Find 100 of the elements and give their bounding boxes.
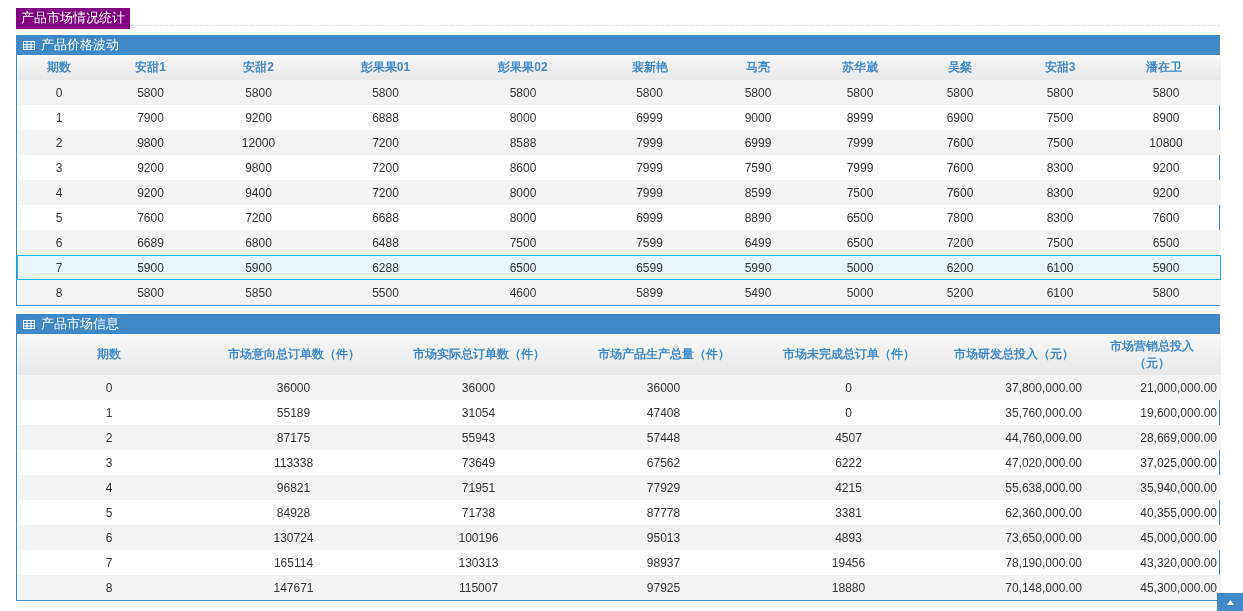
table-row[interactable]: 4 96821 71951 77929 4215 55,638,000.00 35,940,000.00 <box>17 475 1221 500</box>
table-row[interactable]: 4 9200 9400 7200 8000 7999 8599 7500 7600 8300 9200 <box>17 180 1221 205</box>
table-cell: 9800 <box>101 130 200 155</box>
table-row[interactable]: 7 165114 130313 98937 19456 78,190,000.00 43,320,000.00 <box>17 550 1221 575</box>
table-row[interactable]: 8 147671 115007 97925 18880 70,148,000.00 45,300,000.00 <box>17 575 1221 600</box>
table-cell: 7500 <box>1009 130 1111 155</box>
table-cell: 7600 <box>911 155 1009 180</box>
table-cell: 5500 <box>317 280 454 305</box>
table-row[interactable]: 1 55189 31054 47408 0 35,760,000.00 19,600,000.00 <box>17 400 1221 425</box>
column-header: 市场营销总投入（元） <box>1086 334 1221 375</box>
table-row[interactable]: 2 87175 55943 57448 4507 44,760,000.00 28,669,000.00 <box>17 425 1221 450</box>
column-header: 市场意向总订单数（件） <box>201 334 386 375</box>
table-cell: 0 <box>756 375 941 400</box>
table-cell: 7600 <box>1111 205 1221 230</box>
table-cell: 6100 <box>1009 255 1111 280</box>
column-header: 期数 <box>17 334 201 375</box>
column-header: 市场产品生产总量（件） <box>571 334 756 375</box>
table-cell: 6688 <box>317 205 454 230</box>
table-cell: 8000 <box>454 180 592 205</box>
table-cell: 4 <box>17 180 101 205</box>
table-cell: 18880 <box>756 575 941 600</box>
table-cell: 7200 <box>200 205 317 230</box>
table-cell: 87778 <box>571 500 756 525</box>
table-cell: 3381 <box>756 500 941 525</box>
table-cell: 7200 <box>317 180 454 205</box>
table-cell: 73,650,000.00 <box>941 525 1086 550</box>
table-cell: 130313 <box>386 550 571 575</box>
table-cell: 5800 <box>454 80 592 105</box>
table-cell: 6288 <box>317 255 454 280</box>
table-cell: 6689 <box>101 230 200 255</box>
table-cell: 55943 <box>386 425 571 450</box>
table-cell: 37,025,000.00 <box>1086 450 1221 475</box>
table-cell: 36000 <box>201 375 386 400</box>
table-cell: 71951 <box>386 475 571 500</box>
table-cell: 5850 <box>200 280 317 305</box>
table-cell: 6999 <box>707 130 809 155</box>
up-triangle-icon <box>1226 599 1234 605</box>
table-cell: 8890 <box>707 205 809 230</box>
table-cell: 7900 <box>101 105 200 130</box>
table-cell: 21,000,000.00 <box>1086 375 1221 400</box>
table-cell: 28,669,000.00 <box>1086 425 1221 450</box>
table-cell: 7600 <box>101 205 200 230</box>
column-header: 期数 <box>17 55 101 80</box>
table-icon <box>23 319 35 329</box>
table-cell: 6888 <box>317 105 454 130</box>
table-icon <box>23 40 35 50</box>
table-cell: 5800 <box>101 280 200 305</box>
table-cell: 35,760,000.00 <box>941 400 1086 425</box>
table-cell: 165114 <box>201 550 386 575</box>
column-header: 安甜3 <box>1009 55 1111 80</box>
table-cell: 7500 <box>1009 230 1111 255</box>
column-header: 安甜1 <box>101 55 200 80</box>
table-row[interactable]: 6 6689 6800 6488 7500 7599 6499 6500 7200 7500 6500 <box>17 230 1221 255</box>
table-cell: 71738 <box>386 500 571 525</box>
table-cell: 0 <box>17 375 201 400</box>
table-cell: 7800 <box>911 205 1009 230</box>
table-cell: 8300 <box>1009 180 1111 205</box>
table-cell: 7600 <box>911 130 1009 155</box>
table-row[interactable]: 3 9200 9800 7200 8600 7999 7590 7999 7600 8300 9200 <box>17 155 1221 180</box>
column-header: 吴粲 <box>911 55 1009 80</box>
table-cell: 8000 <box>454 105 592 130</box>
table-cell: 96821 <box>201 475 386 500</box>
table-cell: 95013 <box>571 525 756 550</box>
table-row[interactable]: 3 113338 73649 67562 6222 47,020,000.00 37,025,000.00 <box>17 450 1221 475</box>
table-cell: 9200 <box>1111 180 1221 205</box>
table-row[interactable]: 0 5800 5800 5800 5800 5800 5800 5800 5800 5800 5800 <box>17 80 1221 105</box>
table-cell: 7 <box>17 550 201 575</box>
table-cell: 3 <box>17 450 201 475</box>
table-cell: 4600 <box>454 280 592 305</box>
table-row[interactable]: 2 9800 12000 7200 8588 7999 6999 7999 7600 7500 10800 <box>17 130 1221 155</box>
table-cell: 73649 <box>386 450 571 475</box>
table-cell: 10800 <box>1111 130 1221 155</box>
table-cell: 7500 <box>454 230 592 255</box>
table-cell: 8599 <box>707 180 809 205</box>
table-row[interactable]: 5 84928 71738 87778 3381 62,360,000.00 40,355,000.00 <box>17 500 1221 525</box>
column-header: 市场实际总订单数（件） <box>386 334 571 375</box>
table-cell: 55,638,000.00 <box>941 475 1086 500</box>
back-to-top-button[interactable] <box>1217 593 1243 611</box>
table-cell: 5800 <box>1009 80 1111 105</box>
table-cell: 7590 <box>707 155 809 180</box>
table-cell: 0 <box>756 400 941 425</box>
table-row[interactable]: 6 130724 100196 95013 4893 73,650,000.00 45,000,000.00 <box>17 525 1221 550</box>
table-cell: 9400 <box>200 180 317 205</box>
table-cell: 7200 <box>317 155 454 180</box>
table-row[interactable]: 8 5800 5850 5500 4600 5899 5490 5000 5200 6100 5800 <box>17 280 1221 305</box>
table-cell: 36000 <box>571 375 756 400</box>
table-cell: 98937 <box>571 550 756 575</box>
table-cell: 4507 <box>756 425 941 450</box>
table-cell: 6999 <box>592 105 707 130</box>
table-cell: 5800 <box>911 80 1009 105</box>
table-row[interactable]: 0 36000 36000 36000 0 37,800,000.00 21,000,000.00 <box>17 375 1221 400</box>
table-row[interactable]: 1 7900 9200 6888 8000 6999 9000 8999 6900 7500 8900 <box>17 105 1221 130</box>
table-cell: 5800 <box>317 80 454 105</box>
table-cell: 8588 <box>454 130 592 155</box>
table-cell: 7500 <box>809 180 911 205</box>
table-row[interactable]: 5 7600 7200 6688 8000 6999 8890 6500 7800 8300 7600 <box>17 205 1221 230</box>
table-cell: 62,360,000.00 <box>941 500 1086 525</box>
table-cell: 55189 <box>201 400 386 425</box>
table-cell: 6599 <box>592 255 707 280</box>
table-cell: 147671 <box>201 575 386 600</box>
